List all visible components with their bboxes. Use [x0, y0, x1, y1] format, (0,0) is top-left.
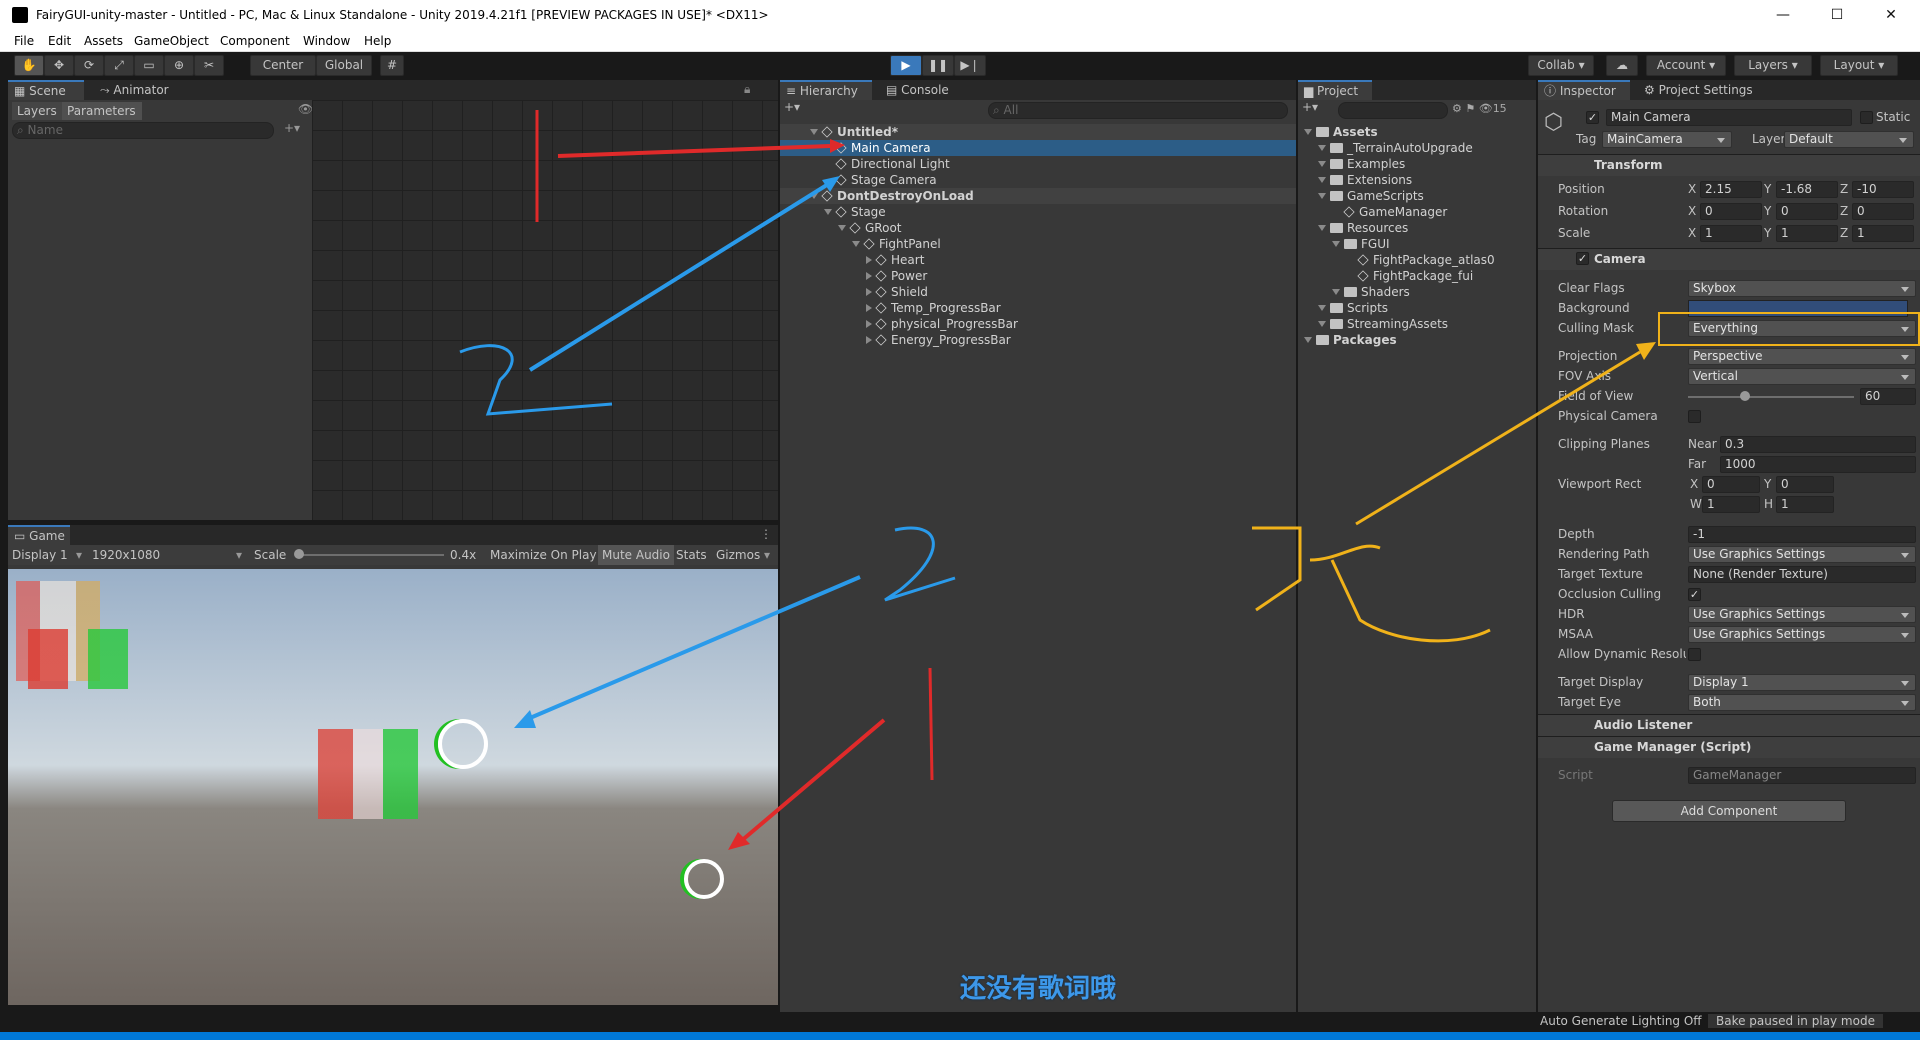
- annotation-overlay: [459, 110, 1656, 850]
- status-bar: Auto Generate Lighting Off Bake paused i…: [0, 1012, 1920, 1032]
- taskbar-edge: [0, 1032, 1920, 1040]
- bake-status: Bake paused in play mode: [1708, 1014, 1883, 1028]
- lighting-status: Auto Generate Lighting Off: [1540, 1014, 1702, 1028]
